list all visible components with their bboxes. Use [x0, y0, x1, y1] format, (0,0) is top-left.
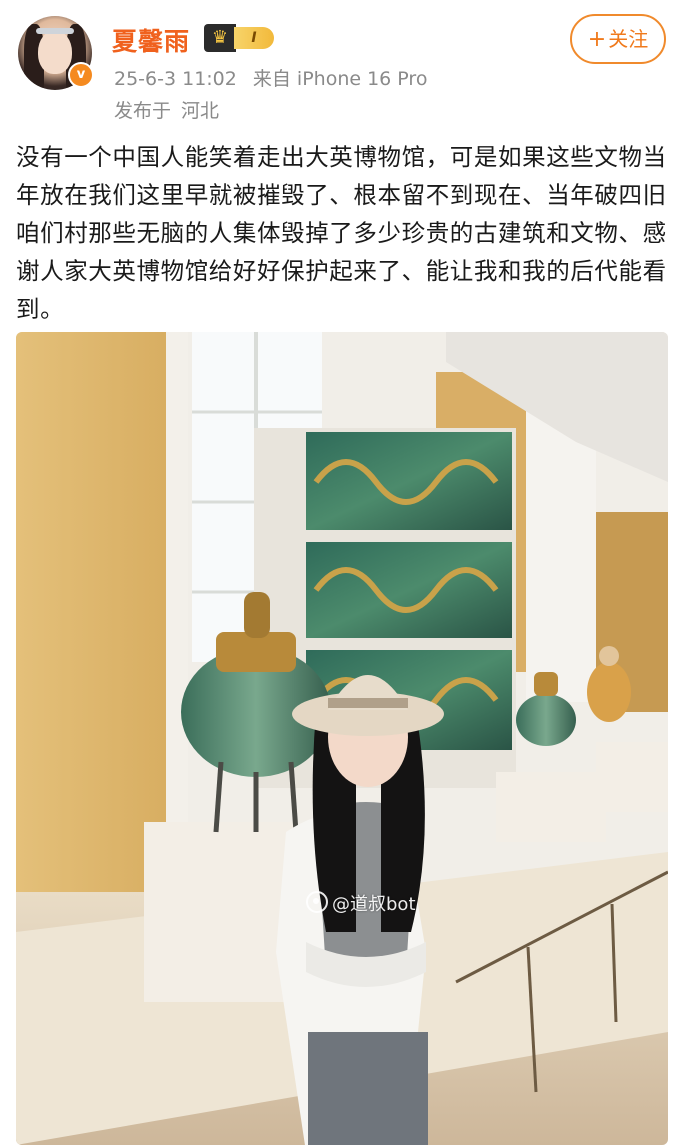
follow-button[interactable]: + 关注	[570, 14, 666, 64]
username[interactable]: 夏馨雨	[112, 22, 190, 58]
post-meta: 25-6-3 11:02 来自 iPhone 16 Pro	[114, 64, 443, 91]
watermark-text: @道叔bot	[332, 894, 416, 915]
post-photo[interactable]: @道叔bot	[16, 332, 668, 1145]
plus-icon: +	[587, 27, 607, 52]
weibo-post: v 夏馨雨 ♛ I 25-6-3 11:02 来自 iPhone 16 Pro 发…	[0, 0, 688, 1145]
post-timestamp: 25-6-3 11:02	[114, 68, 237, 90]
vip-crown-icon: ♛	[204, 24, 236, 52]
post-text: 没有一个中国人能笑着走出大英博物馆，可是如果这些文物当年放在我们这里早就被摧毁了…	[16, 143, 667, 323]
museum-photo-illustration	[16, 332, 668, 1145]
avatar[interactable]: v	[18, 16, 94, 90]
location-prefix: 发布于	[114, 100, 172, 122]
location-name: 河北	[181, 100, 220, 122]
vip-level: I	[234, 27, 274, 49]
vip-badge[interactable]: ♛ I	[204, 24, 276, 52]
post-source: 来自 iPhone 16 Pro	[252, 68, 428, 90]
follow-label: 关注	[608, 27, 649, 51]
verified-icon: v	[68, 62, 94, 88]
post-location: 发布于 河北	[114, 96, 219, 123]
weibo-logo-icon	[306, 891, 328, 913]
photo-watermark: @道叔bot	[306, 890, 416, 916]
